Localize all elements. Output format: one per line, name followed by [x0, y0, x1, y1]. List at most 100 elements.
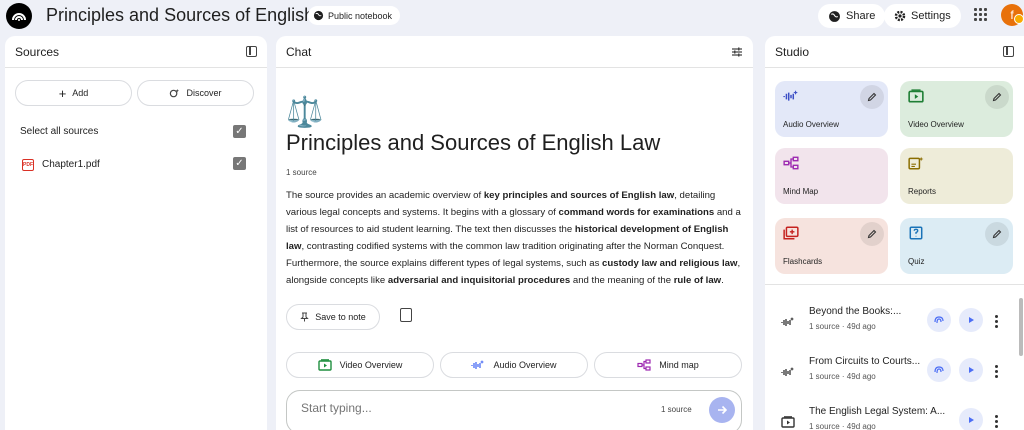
edit-pencil-icon[interactable] — [985, 222, 1009, 246]
note-title: Beyond the Books:... — [809, 306, 902, 317]
more-options-icon[interactable] — [995, 365, 998, 378]
studio-title: Studio — [775, 44, 810, 59]
sources-title: Sources — [15, 44, 60, 59]
studio-note-item[interactable]: Beyond the Books:... 1 source · 49d ago — [765, 302, 1024, 342]
studio-scrollbar[interactable] — [1019, 298, 1023, 356]
save-note-label: Save to note — [315, 312, 366, 322]
add-source-button[interactable]: + Add — [15, 80, 132, 106]
select-all-label: Select all sources — [20, 126, 99, 137]
play-icon[interactable] — [959, 408, 983, 430]
studio-note-item[interactable]: The English Legal System: A... 1 source … — [765, 402, 1024, 430]
add-source-label: Add — [72, 88, 89, 98]
note-meta: 1 source · 49d ago — [809, 372, 876, 381]
discover-sparkle-icon — [170, 88, 180, 97]
summary-bold-phrase: command words for examinations — [558, 207, 715, 218]
more-options-icon[interactable] — [995, 415, 998, 428]
video-icon — [317, 359, 332, 371]
interactive-mode-icon[interactable] — [927, 358, 951, 382]
globe-icon — [313, 10, 324, 21]
source-checkbox[interactable]: ✓ — [233, 157, 246, 170]
chat-title: Chat — [286, 44, 312, 59]
public-notebook-badge[interactable]: Public notebook — [308, 6, 401, 25]
audio-waveform-icon — [781, 367, 794, 376]
notebook-heading: Principles and Sources of English Law — [286, 130, 661, 155]
mind-map-icon — [783, 156, 799, 170]
flashcards-card[interactable]: Flashcards — [775, 218, 888, 274]
mind-map-chip[interactable]: Mind map — [594, 352, 742, 378]
quiz-card[interactable]: Quiz — [900, 218, 1013, 274]
audio-waveform-icon — [783, 90, 798, 101]
pin-icon — [300, 312, 309, 322]
tune-settings-icon[interactable] — [731, 46, 743, 58]
play-icon[interactable] — [959, 358, 983, 382]
input-source-count: 1 source — [661, 405, 692, 414]
apps-grid-icon[interactable] — [972, 6, 988, 22]
studio-note-item[interactable]: From Circuits to Courts... 1 source · 49… — [765, 352, 1024, 392]
summary-text: . — [721, 275, 724, 286]
source-file-name[interactable]: Chapter1.pdf — [42, 159, 100, 170]
video-overview-chip-label: Video Overview — [339, 360, 403, 370]
share-label: Share — [846, 10, 876, 22]
audio-waveform-icon — [781, 317, 794, 326]
public-notebook-label: Public notebook — [328, 10, 393, 21]
mind-map-card-label: Mind Map — [783, 187, 819, 196]
audio-overview-chip-label: Audio Overview — [493, 360, 557, 370]
note-title: From Circuits to Courts... — [809, 356, 921, 367]
interactive-mode-icon[interactable] — [927, 308, 951, 332]
top-bar: Principles and Sources of English Law Pu… — [0, 0, 1024, 34]
discover-button[interactable]: Discover — [137, 80, 254, 106]
share-button[interactable]: Share — [818, 4, 886, 28]
audio-overview-card[interactable]: Audio Overview — [775, 81, 888, 137]
sources-header: Sources — [5, 36, 267, 68]
mind-map-icon — [637, 359, 651, 371]
notebooklm-logo-icon[interactable] — [6, 3, 32, 29]
edit-pencil-icon[interactable] — [860, 222, 884, 246]
more-options-icon[interactable] — [995, 315, 998, 328]
source-count: 1 source — [286, 168, 317, 177]
notebook-summary: The source provides an academic overview… — [286, 187, 742, 289]
summary-text: and the meaning of the — [570, 275, 674, 286]
mind-map-card[interactable]: Mind Map — [775, 148, 888, 204]
quiz-card-label: Quiz — [908, 257, 925, 266]
play-icon[interactable] — [959, 308, 983, 332]
summary-bold-phrase: custody law and religious law — [602, 258, 738, 269]
video-icon — [781, 416, 795, 428]
select-all-checkbox[interactable]: ✓ — [233, 125, 246, 138]
video-overview-card-label: Video Overview — [908, 120, 964, 129]
chat-header: Chat — [276, 36, 753, 68]
settings-label: Settings — [911, 10, 951, 22]
quiz-icon — [909, 226, 923, 240]
globe-icon — [829, 10, 840, 22]
edit-pencil-icon[interactable] — [985, 85, 1009, 109]
gear-icon — [894, 10, 906, 22]
mind-map-chip-label: Mind map — [659, 360, 699, 370]
note-meta: 1 source · 49d ago — [809, 322, 876, 331]
video-overview-chip[interactable]: Video Overview — [286, 352, 434, 378]
settings-button[interactable]: Settings — [884, 4, 961, 28]
studio-panel: Studio Audio Overview Video Overview Min… — [765, 36, 1024, 430]
send-button[interactable] — [709, 397, 735, 423]
sources-panel: Sources + Add Discover Select all source… — [5, 36, 267, 430]
audio-waveform-icon — [471, 360, 485, 369]
chat-input[interactable] — [301, 401, 601, 415]
studio-header: Studio — [765, 36, 1024, 68]
notebook-title[interactable]: Principles and Sources of English Law — [46, 5, 352, 26]
reports-card-label: Reports — [908, 187, 937, 196]
pdf-file-icon: PDF — [22, 159, 34, 171]
audio-overview-chip[interactable]: Audio Overview — [440, 352, 588, 378]
collapse-panel-icon[interactable] — [246, 46, 257, 57]
chat-body: ⚖️ Principles and Sources of English Law… — [286, 96, 743, 289]
save-to-note-button[interactable]: Save to note — [286, 304, 380, 330]
studio-divider — [765, 284, 1024, 285]
copy-icon[interactable] — [400, 308, 412, 322]
discover-label: Discover — [186, 88, 222, 98]
reports-card[interactable]: Reports — [900, 148, 1013, 204]
edit-pencil-icon[interactable] — [860, 85, 884, 109]
video-icon — [908, 89, 924, 103]
note-meta: 1 source · 49d ago — [809, 422, 876, 430]
summary-bold-phrase: adversarial and inquisitorial procedures — [387, 275, 571, 286]
send-arrow-icon — [718, 405, 728, 415]
video-overview-card[interactable]: Video Overview — [900, 81, 1013, 137]
collapse-panel-icon[interactable] — [1003, 46, 1014, 57]
reports-icon — [908, 156, 924, 170]
